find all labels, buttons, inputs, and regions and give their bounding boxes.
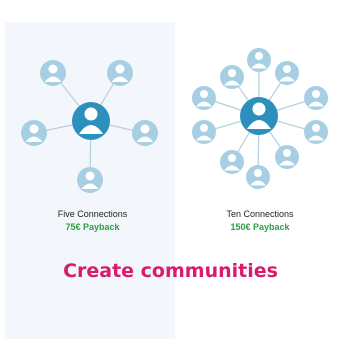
node-icon <box>304 86 328 110</box>
headline: Create communities <box>63 260 278 282</box>
five-connections-diagram <box>15 40 170 200</box>
node-icon <box>220 150 244 174</box>
five-connections-payback: 75€ Payback <box>65 222 120 232</box>
node-icon <box>192 86 216 110</box>
node-icon <box>40 60 66 86</box>
node-icon <box>21 120 47 146</box>
hub-user-icon <box>72 102 110 140</box>
node-icon <box>77 167 103 193</box>
node-icon <box>220 65 244 89</box>
node-icon <box>275 61 299 85</box>
five-connections-caption: Five Connections <box>57 209 128 219</box>
node-icon <box>304 120 328 144</box>
hub-user-icon <box>240 97 278 135</box>
ten-connections-payback: 150€ Payback <box>230 222 290 232</box>
node-icon <box>275 145 299 169</box>
node-icon <box>246 165 270 189</box>
node-icon <box>107 60 133 86</box>
node-icon <box>247 48 271 72</box>
node-icon <box>132 120 158 146</box>
ten-connections-diagram <box>180 40 340 200</box>
ten-connections-caption: Ten Connections <box>226 209 294 219</box>
node-icon <box>192 120 216 144</box>
